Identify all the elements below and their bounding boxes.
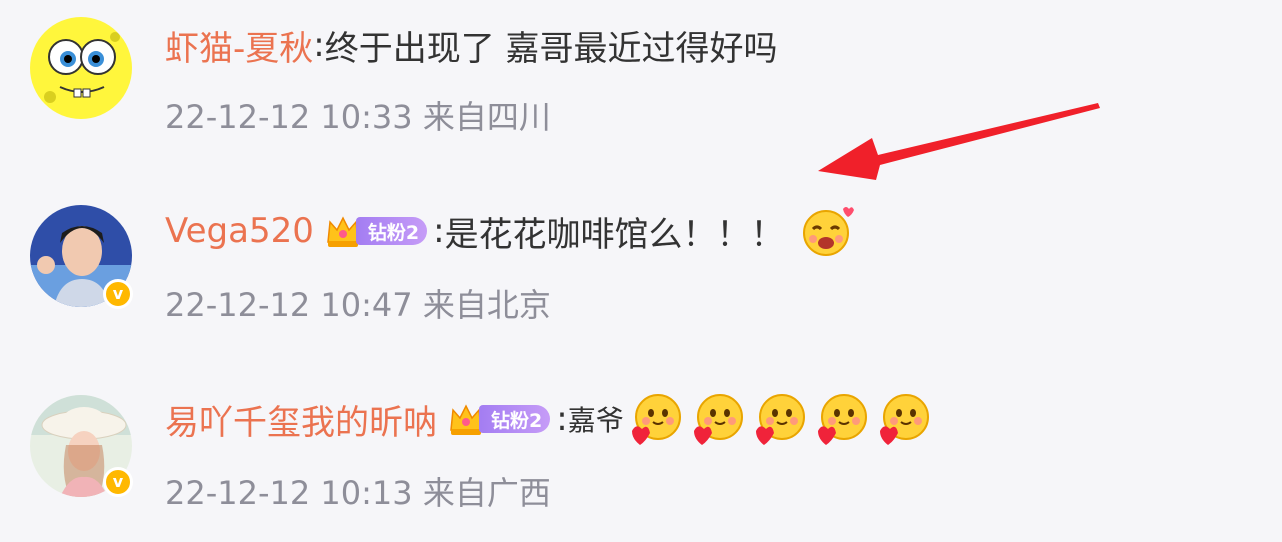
verified-badge-icon: v [103,279,133,309]
comment-item: 虾猫-夏秋: 终于出现了 嘉哥最近过得好吗 22-12-12 10:33 来自四川 [0,0,1282,140]
comment-meta: 22-12-12 10:13 来自广西 [165,468,551,514]
location: 来自北京 [422,286,551,324]
holding-heart-emoji-icon [631,394,681,445]
holding-heart-emoji-icon [693,394,743,445]
username[interactable]: 虾猫-夏秋 [165,21,313,70]
location: 来自广西 [422,474,551,512]
username[interactable]: 易吖千玺我的昕呐 [165,395,437,444]
verified-badge-icon: v [103,467,133,497]
comment-item: v 易吖千玺我的昕呐 钻粉2 : 嘉爷 22-12-12 10:13 来自广西 [0,382,1282,522]
holding-heart-emoji-icon [879,394,929,445]
timestamp: 22-12-12 10:13 [165,474,413,512]
comment-item: v Vega520 钻粉2 : 是花花咖啡馆么！！！ 22-12-12 10:47… [0,190,1282,330]
heart-eyes-emoji-icon [802,207,854,256]
separator: : [433,211,445,251]
location: 来自四川 [422,98,551,136]
comment-meta: 22-12-12 10:33 来自四川 [165,92,551,138]
holding-heart-emoji-icon [755,394,805,445]
fan-level-badge[interactable]: 钻粉2 [447,399,551,439]
timestamp: 22-12-12 10:47 [165,286,413,324]
comment-text: 终于出现了 嘉哥最近过得好吗 [324,28,778,69]
fan-level-badge[interactable]: 钻粉2 [324,211,428,251]
comment-meta: 22-12-12 10:47 来自北京 [165,280,551,326]
badge-label: 钻粉2 [479,405,551,433]
timestamp: 22-12-12 10:33 [165,98,413,136]
holding-heart-emoji-icon [817,394,867,445]
separator: : [313,25,325,65]
separator: : [556,399,568,439]
comment-text: 嘉爷 [567,404,624,437]
emoji-row [628,391,938,447]
badge-label: 钻粉2 [355,217,428,245]
username[interactable]: Vega520 [165,211,314,251]
spongebob-avatar-icon [30,17,132,119]
avatar[interactable] [30,17,132,119]
comment-text: 是花花咖啡馆么！！！ [444,214,785,255]
